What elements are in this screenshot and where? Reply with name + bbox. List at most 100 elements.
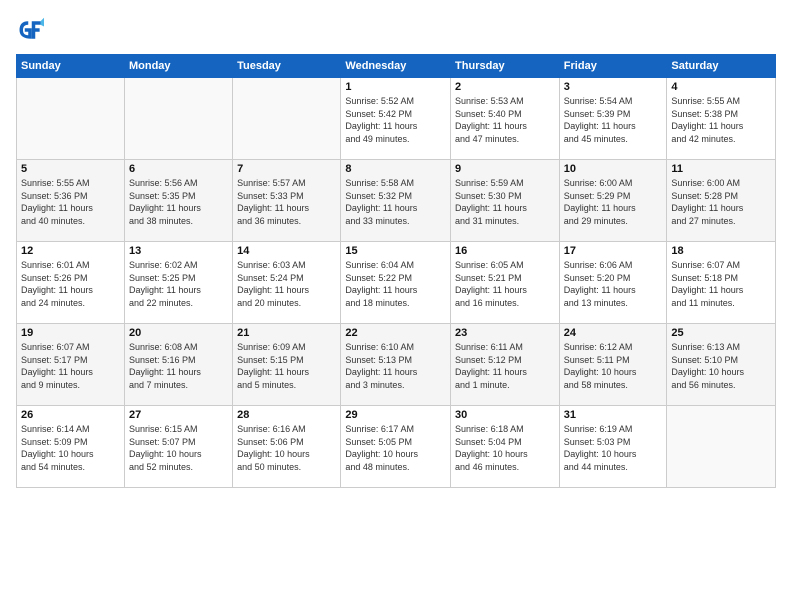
- calendar-day-22: 22 Sunrise: 6:10 AM Sunset: 5:13 PM Dayli…: [341, 324, 451, 406]
- day-info: Sunrise: 6:02 AM Sunset: 5:25 PM Dayligh…: [129, 259, 228, 309]
- day-number: 29: [345, 409, 446, 421]
- day-info: Sunrise: 6:06 AM Sunset: 5:20 PM Dayligh…: [564, 259, 663, 309]
- day-info: Sunrise: 5:53 AM Sunset: 5:40 PM Dayligh…: [455, 95, 555, 145]
- calendar-day-26: 26Sunrise: 6:14 AM Sunset: 5:09 PM Dayli…: [17, 406, 125, 488]
- calendar-day-1: 1 Sunrise: 5:52 AM Sunset: 5:42 PM Daylig…: [341, 78, 451, 160]
- calendar-day-18: 18 Sunrise: 6:07 AM Sunset: 5:18 PM Dayli…: [667, 242, 776, 324]
- calendar-day-31: 31 Sunrise: 6:19 AM Sunset: 5:03 PM Dayli…: [559, 406, 667, 488]
- day-info: Sunrise: 6:13 AM Sunset: 5:10 PM Dayligh…: [671, 341, 771, 391]
- day-info: Sunrise: 6:15 AM Sunset: 5:07 PM Dayligh…: [129, 423, 228, 473]
- day-info: Sunrise: 6:19 AM Sunset: 5:03 PM Dayligh…: [564, 423, 663, 473]
- calendar-day-30: 30Sunrise: 6:18 AM Sunset: 5:04 PM Dayli…: [451, 406, 560, 488]
- weekday-header-friday: Friday: [559, 55, 667, 78]
- day-info: Sunrise: 5:55 AM Sunset: 5:38 PM Dayligh…: [671, 95, 771, 145]
- day-number: 4: [671, 81, 771, 93]
- day-info: Sunrise: 6:17 AM Sunset: 5:05 PM Dayligh…: [345, 423, 446, 473]
- calendar-day-15: 15Sunrise: 6:04 AM Sunset: 5:22 PM Dayli…: [341, 242, 451, 324]
- calendar-day-2: 2 Sunrise: 5:53 AM Sunset: 5:40 PM Daylig…: [451, 78, 560, 160]
- weekday-header-monday: Monday: [124, 55, 232, 78]
- weekday-header-wednesday: Wednesday: [341, 55, 451, 78]
- calendar-day-6: 6Sunrise: 5:56 AM Sunset: 5:35 PM Daylig…: [124, 160, 232, 242]
- day-info: Sunrise: 6:07 AM Sunset: 5:17 PM Dayligh…: [21, 341, 120, 391]
- calendar-day-25: 25 Sunrise: 6:13 AM Sunset: 5:10 PM Dayli…: [667, 324, 776, 406]
- day-number: 1: [345, 81, 446, 93]
- day-number: 19: [21, 327, 120, 339]
- calendar-day-8: 8 Sunrise: 5:58 AM Sunset: 5:32 PM Daylig…: [341, 160, 451, 242]
- calendar-day-empty: [233, 78, 341, 160]
- calendar-week-row: 19 Sunrise: 6:07 AM Sunset: 5:17 PM Dayli…: [17, 324, 776, 406]
- day-number: 6: [129, 163, 228, 175]
- day-info: Sunrise: 5:52 AM Sunset: 5:42 PM Dayligh…: [345, 95, 446, 145]
- day-number: 10: [564, 163, 663, 175]
- logo: [16, 16, 48, 44]
- calendar-day-4: 4 Sunrise: 5:55 AM Sunset: 5:38 PM Daylig…: [667, 78, 776, 160]
- calendar-day-10: 10 Sunrise: 6:00 AM Sunset: 5:29 PM Dayli…: [559, 160, 667, 242]
- calendar-day-3: 3 Sunrise: 5:54 AM Sunset: 5:39 PM Daylig…: [559, 78, 667, 160]
- calendar-day-28: 28 Sunrise: 6:16 AM Sunset: 5:06 PM Dayli…: [233, 406, 341, 488]
- day-number: 8: [345, 163, 446, 175]
- calendar-day-27: 27 Sunrise: 6:15 AM Sunset: 5:07 PM Dayli…: [124, 406, 232, 488]
- day-info: Sunrise: 5:59 AM Sunset: 5:30 PM Dayligh…: [455, 177, 555, 227]
- day-number: 17: [564, 245, 663, 257]
- day-info: Sunrise: 6:12 AM Sunset: 5:11 PM Dayligh…: [564, 341, 663, 391]
- day-number: 27: [129, 409, 228, 421]
- calendar-day-5: 5 Sunrise: 5:55 AM Sunset: 5:36 PM Daylig…: [17, 160, 125, 242]
- calendar-day-24: 24Sunrise: 6:12 AM Sunset: 5:11 PM Dayli…: [559, 324, 667, 406]
- calendar-day-7: 7 Sunrise: 5:57 AM Sunset: 5:33 PM Daylig…: [233, 160, 341, 242]
- calendar-day-empty: [667, 406, 776, 488]
- day-info: Sunrise: 6:01 AM Sunset: 5:26 PM Dayligh…: [21, 259, 120, 309]
- page: SundayMondayTuesdayWednesdayThursdayFrid…: [0, 0, 792, 612]
- weekday-header-sunday: Sunday: [17, 55, 125, 78]
- calendar-day-21: 21 Sunrise: 6:09 AM Sunset: 5:15 PM Dayli…: [233, 324, 341, 406]
- day-number: 5: [21, 163, 120, 175]
- calendar-day-20: 20 Sunrise: 6:08 AM Sunset: 5:16 PM Dayli…: [124, 324, 232, 406]
- day-number: 23: [455, 327, 555, 339]
- calendar-day-16: 16Sunrise: 6:05 AM Sunset: 5:21 PM Dayli…: [451, 242, 560, 324]
- day-number: 15: [345, 245, 446, 257]
- logo-icon: [16, 16, 44, 44]
- calendar: SundayMondayTuesdayWednesdayThursdayFrid…: [16, 54, 776, 488]
- weekday-header-thursday: Thursday: [451, 55, 560, 78]
- day-number: 28: [237, 409, 336, 421]
- day-number: 18: [671, 245, 771, 257]
- calendar-week-row: 5 Sunrise: 5:55 AM Sunset: 5:36 PM Daylig…: [17, 160, 776, 242]
- day-number: 22: [345, 327, 446, 339]
- day-info: Sunrise: 6:08 AM Sunset: 5:16 PM Dayligh…: [129, 341, 228, 391]
- day-info: Sunrise: 6:14 AM Sunset: 5:09 PM Dayligh…: [21, 423, 120, 473]
- day-info: Sunrise: 5:57 AM Sunset: 5:33 PM Dayligh…: [237, 177, 336, 227]
- calendar-week-row: 1 Sunrise: 5:52 AM Sunset: 5:42 PM Daylig…: [17, 78, 776, 160]
- calendar-day-13: 13 Sunrise: 6:02 AM Sunset: 5:25 PM Dayli…: [124, 242, 232, 324]
- header: [16, 16, 776, 44]
- day-number: 13: [129, 245, 228, 257]
- day-info: Sunrise: 6:07 AM Sunset: 5:18 PM Dayligh…: [671, 259, 771, 309]
- day-number: 7: [237, 163, 336, 175]
- day-number: 25: [671, 327, 771, 339]
- day-info: Sunrise: 5:55 AM Sunset: 5:36 PM Dayligh…: [21, 177, 120, 227]
- day-info: Sunrise: 6:09 AM Sunset: 5:15 PM Dayligh…: [237, 341, 336, 391]
- day-info: Sunrise: 5:54 AM Sunset: 5:39 PM Dayligh…: [564, 95, 663, 145]
- day-number: 21: [237, 327, 336, 339]
- calendar-week-row: 12 Sunrise: 6:01 AM Sunset: 5:26 PM Dayli…: [17, 242, 776, 324]
- calendar-day-11: 11Sunrise: 6:00 AM Sunset: 5:28 PM Dayli…: [667, 160, 776, 242]
- day-info: Sunrise: 6:00 AM Sunset: 5:29 PM Dayligh…: [564, 177, 663, 227]
- day-info: Sunrise: 6:11 AM Sunset: 5:12 PM Dayligh…: [455, 341, 555, 391]
- day-info: Sunrise: 6:00 AM Sunset: 5:28 PM Dayligh…: [671, 177, 771, 227]
- day-number: 31: [564, 409, 663, 421]
- day-info: Sunrise: 6:16 AM Sunset: 5:06 PM Dayligh…: [237, 423, 336, 473]
- day-number: 12: [21, 245, 120, 257]
- day-info: Sunrise: 6:10 AM Sunset: 5:13 PM Dayligh…: [345, 341, 446, 391]
- calendar-week-row: 26Sunrise: 6:14 AM Sunset: 5:09 PM Dayli…: [17, 406, 776, 488]
- day-number: 2: [455, 81, 555, 93]
- calendar-day-23: 23 Sunrise: 6:11 AM Sunset: 5:12 PM Dayli…: [451, 324, 560, 406]
- calendar-day-17: 17 Sunrise: 6:06 AM Sunset: 5:20 PM Dayli…: [559, 242, 667, 324]
- day-number: 9: [455, 163, 555, 175]
- weekday-header-saturday: Saturday: [667, 55, 776, 78]
- calendar-day-empty: [17, 78, 125, 160]
- day-info: Sunrise: 5:58 AM Sunset: 5:32 PM Dayligh…: [345, 177, 446, 227]
- day-number: 20: [129, 327, 228, 339]
- day-info: Sunrise: 6:03 AM Sunset: 5:24 PM Dayligh…: [237, 259, 336, 309]
- calendar-day-empty: [124, 78, 232, 160]
- calendar-day-9: 9 Sunrise: 5:59 AM Sunset: 5:30 PM Daylig…: [451, 160, 560, 242]
- day-number: 3: [564, 81, 663, 93]
- calendar-day-14: 14Sunrise: 6:03 AM Sunset: 5:24 PM Dayli…: [233, 242, 341, 324]
